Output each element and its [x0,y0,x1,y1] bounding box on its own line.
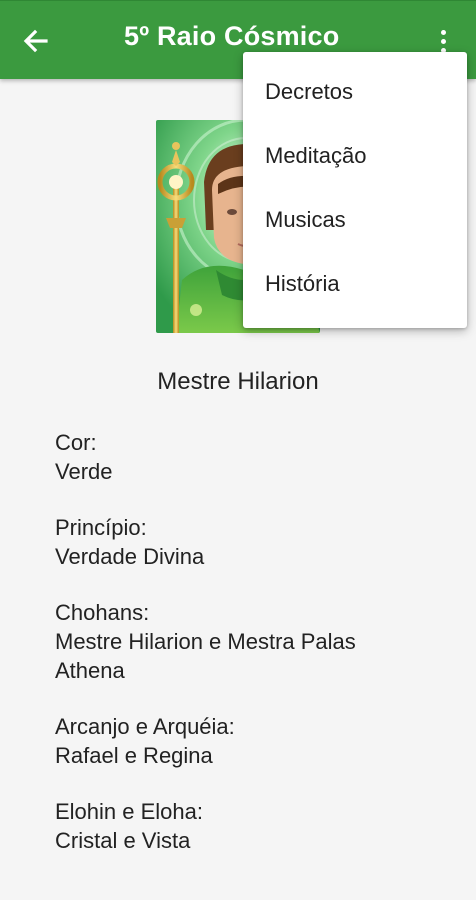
info-label: Chohans: [55,600,150,625]
info-value: Mestre Hilarion e Mestra Palas Athena [55,629,356,683]
overflow-menu: Decretos Meditação Musicas História [243,52,467,328]
info-block-principle: Princípio: Verdade Divina [55,513,455,571]
info-value: Verde [55,459,113,484]
info-value: Rafael e Regina [55,743,213,768]
arrow-back-icon [23,29,48,53]
info-label: Elohin e Eloha: [55,799,203,824]
info-label: Princípio: [55,515,147,540]
menu-item-decretos[interactable]: Decretos [243,60,467,124]
info-block-elohim: Elohin e Eloha: Cristal e Vista [55,797,455,855]
master-name: Mestre Hilarion [157,368,319,395]
info-block-chohans: Chohans: Mestre Hilarion e Mestra Palas … [55,598,455,685]
info-block-color: Cor: Verde [55,428,455,486]
info-label: Cor: [55,430,97,455]
info-block-archangels: Arcanjo e Arquéia: Rafael e Regina [55,712,455,770]
menu-item-historia[interactable]: História [243,252,467,316]
info-value: Cristal e Vista [55,828,191,853]
info-value: Verdade Divina [55,544,205,569]
app-title: 5º Raio Cósmico [124,21,340,51]
menu-item-meditacao[interactable]: Meditação [243,124,467,188]
info-section: Cor: Verde Princípio: Verdade Divina Cho… [55,428,455,882]
back-button[interactable] [18,23,54,59]
info-label: Arcanjo e Arquéia: [55,714,235,739]
menu-item-musicas[interactable]: Musicas [243,188,467,252]
